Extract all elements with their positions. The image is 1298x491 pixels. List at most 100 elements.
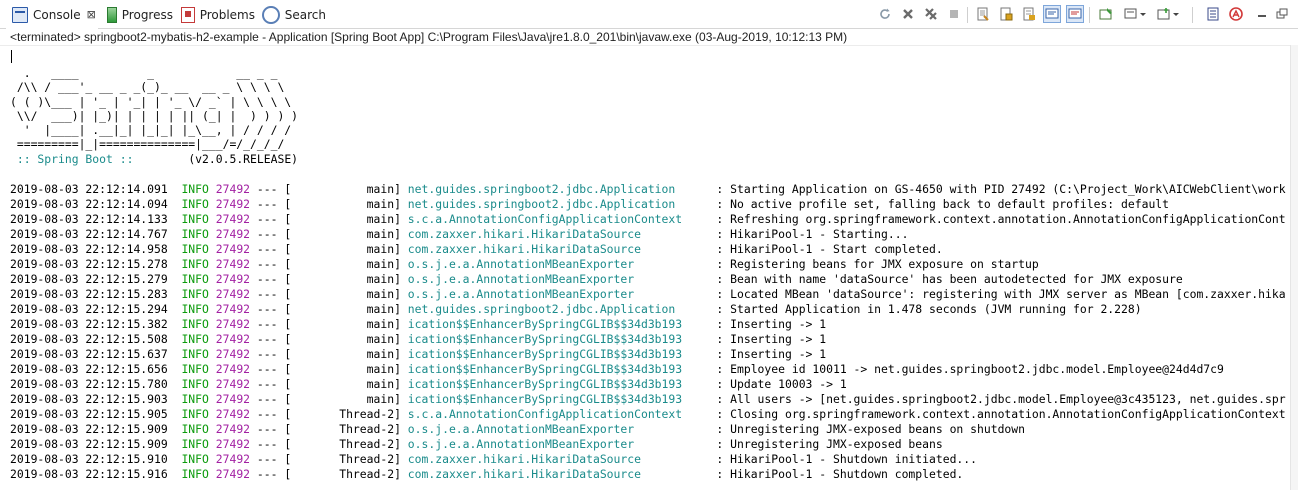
log-thread: main]	[291, 377, 401, 391]
log-logger: ication$$EnhancerBySpringCGLIB$$34d3b193	[407, 317, 710, 331]
log-pid: 27492	[215, 452, 251, 466]
word-wrap-icon[interactable]	[1020, 5, 1038, 23]
log-timestamp: 2019-08-03 22:12:15.905	[10, 407, 168, 421]
log-level: INFO	[181, 197, 209, 211]
clear-console-icon[interactable]	[974, 5, 992, 23]
log-logger: o.s.j.e.a.AnnotationMBeanExporter	[407, 287, 710, 301]
log-level: INFO	[181, 347, 209, 361]
log-message: : HikariPool-1 - Starting...	[716, 227, 909, 241]
vertical-scrollbar[interactable]	[1290, 45, 1298, 490]
log-level: INFO	[181, 317, 209, 331]
log-message: : HikariPool-1 - Shutdown completed.	[716, 467, 964, 481]
console-toolbar	[0, 5, 1298, 25]
log-logger: ication$$EnhancerBySpringCGLIB$$34d3b193	[407, 347, 710, 361]
alert-icon[interactable]	[1227, 5, 1245, 23]
log-logger: net.guides.springboot2.jdbc.Application	[407, 302, 710, 316]
log-row: 2019-08-03 22:12:15.294 INFO 27492 --- […	[10, 302, 1286, 317]
log-separator: --- [	[250, 437, 292, 451]
log-level: INFO	[181, 407, 209, 421]
log-timestamp: 2019-08-03 22:12:15.903	[10, 392, 168, 406]
log-separator: --- [	[250, 272, 292, 286]
log-row: 2019-08-03 22:12:15.910 INFO 27492 --- […	[10, 452, 1286, 467]
log-pid: 27492	[215, 317, 251, 331]
log-level: INFO	[181, 212, 209, 226]
log-thread: main]	[291, 317, 401, 331]
log-row: 2019-08-03 22:12:15.909 INFO 27492 --- […	[10, 422, 1286, 437]
log-level: INFO	[181, 287, 209, 301]
log-thread: main]	[291, 197, 401, 211]
maximize-icon[interactable]	[1273, 5, 1291, 23]
log-message: : Located MBean 'dataSource': registerin…	[716, 287, 1286, 301]
log-thread: main]	[291, 287, 401, 301]
log-separator: --- [	[250, 212, 292, 226]
log-level: INFO	[181, 392, 209, 406]
log-separator: --- [	[250, 362, 292, 376]
log-separator: --- [	[250, 422, 292, 436]
remove-all-terminated-icon[interactable]	[922, 5, 940, 23]
log-thread: main]	[291, 347, 401, 361]
spring-boot-version-line: :: Spring Boot :: (v2.0.5.RELEASE)	[10, 152, 298, 166]
log-logger: o.s.j.e.a.AnnotationMBeanExporter	[407, 437, 710, 451]
log-timestamp: 2019-08-03 22:12:15.279	[10, 272, 168, 286]
chevron-down-icon[interactable]	[1171, 5, 1181, 23]
log-pid: 27492	[215, 302, 251, 316]
log-pid: 27492	[215, 287, 251, 301]
log-pid: 27492	[215, 212, 251, 226]
log-separator: --- [	[250, 227, 292, 241]
log-timestamp: 2019-08-03 22:12:15.910	[10, 452, 168, 466]
log-pid: 27492	[215, 347, 251, 361]
log-pid: 27492	[215, 197, 251, 211]
log-pid: 27492	[215, 272, 251, 286]
log-level: INFO	[181, 437, 209, 451]
log-row: 2019-08-03 22:12:14.767 INFO 27492 --- […	[10, 227, 1286, 242]
show-on-stderr-icon[interactable]	[1066, 5, 1084, 23]
log-level: INFO	[181, 422, 209, 436]
log-thread: Thread-2]	[291, 452, 401, 466]
view-menu-icon[interactable]	[1204, 5, 1222, 23]
log-message: : Refreshing org.springframework.context…	[716, 212, 1286, 226]
log-row: 2019-08-03 22:12:14.958 INFO 27492 --- […	[10, 242, 1286, 257]
log-level: INFO	[181, 302, 209, 316]
log-message: : HikariPool-1 - Start completed.	[716, 242, 943, 256]
log-level: INFO	[181, 272, 209, 286]
minimize-icon[interactable]	[1253, 5, 1271, 23]
chevron-down-icon[interactable]	[1138, 5, 1148, 23]
spring-boot-label: :: Spring Boot ::	[10, 152, 141, 166]
refresh-icon[interactable]	[876, 5, 894, 23]
log-logger: o.s.j.e.a.AnnotationMBeanExporter	[407, 257, 710, 271]
log-level: INFO	[181, 332, 209, 346]
log-thread: main]	[291, 302, 401, 316]
log-thread: main]	[291, 362, 401, 376]
log-pid: 27492	[215, 377, 251, 391]
log-separator: --- [	[250, 182, 292, 196]
log-thread: main]	[291, 182, 401, 196]
log-level: INFO	[181, 227, 209, 241]
show-on-stdout-icon[interactable]	[1043, 5, 1061, 23]
log-row: 2019-08-03 22:12:15.508 INFO 27492 --- […	[10, 332, 1286, 347]
log-timestamp: 2019-08-03 22:12:15.382	[10, 317, 168, 331]
log-timestamp: 2019-08-03 22:12:15.656	[10, 362, 168, 376]
log-message: : Unregistering JMX-exposed beans on shu…	[716, 422, 1026, 436]
log-timestamp: 2019-08-03 22:12:15.780	[10, 377, 168, 391]
log-logger: o.s.j.e.a.AnnotationMBeanExporter	[407, 422, 710, 436]
log-pid: 27492	[215, 407, 251, 421]
log-level: INFO	[181, 257, 209, 271]
log-separator: --- [	[250, 467, 292, 481]
console-output[interactable]: . ____ _ __ _ _ /\\ / ___'_ __ _ _(_)_ _…	[0, 45, 1290, 491]
log-timestamp: 2019-08-03 22:12:14.133	[10, 212, 168, 226]
log-level: INFO	[181, 362, 209, 376]
log-row: 2019-08-03 22:12:15.656 INFO 27492 --- […	[10, 362, 1286, 377]
terminate-icon[interactable]	[899, 5, 917, 23]
log-message: : No active profile set, falling back to…	[716, 197, 1170, 211]
log-logger: ication$$EnhancerBySpringCGLIB$$34d3b193	[407, 377, 710, 391]
log-timestamp: 2019-08-03 22:12:14.094	[10, 197, 168, 211]
pin-console-icon[interactable]	[1097, 5, 1115, 23]
stop-icon[interactable]	[945, 5, 963, 23]
scroll-lock-icon[interactable]	[997, 5, 1015, 23]
log-timestamp: 2019-08-03 22:12:15.278	[10, 257, 168, 271]
log-separator: --- [	[250, 287, 292, 301]
log-row: 2019-08-03 22:12:15.780 INFO 27492 --- […	[10, 377, 1286, 392]
log-separator: --- [	[250, 317, 292, 331]
log-message: : Unregistering JMX-exposed beans	[716, 437, 943, 451]
log-pid: 27492	[215, 257, 251, 271]
